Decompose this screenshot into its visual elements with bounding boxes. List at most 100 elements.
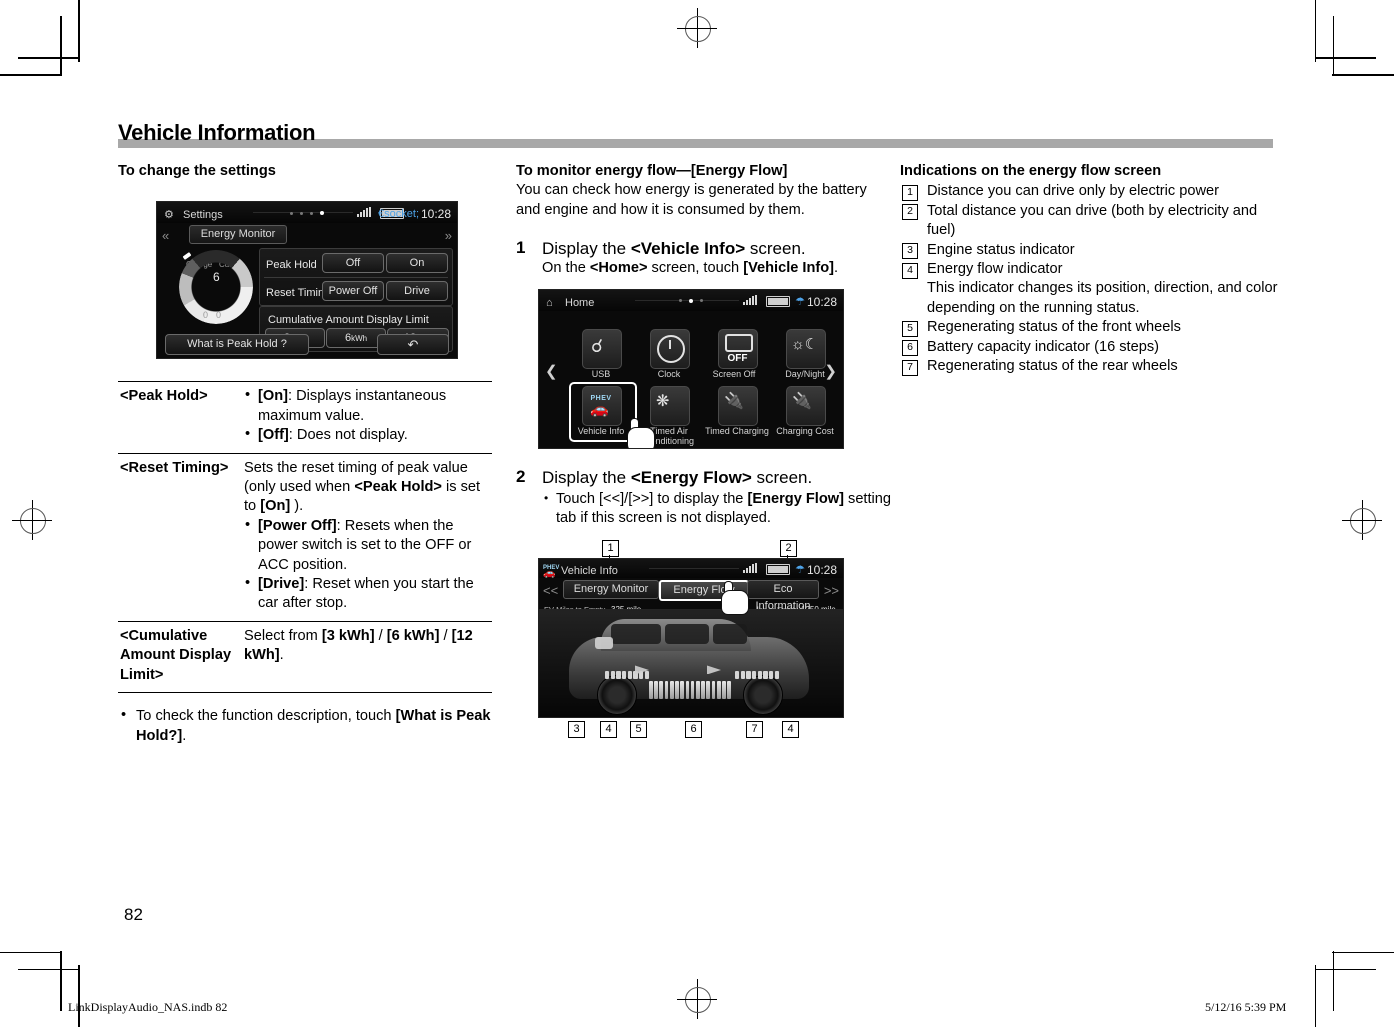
tab-energy-monitor[interactable]: Energy Monitor [563,580,659,600]
list-item: [Power Off]: Resets when the power switc… [244,516,490,575]
item-num: 1 [902,184,918,201]
select-from-lead: Select from [244,627,322,644]
reset-timing-lead: Sets the reset timing of peak value (onl… [244,459,490,517]
settings-rows-panel: Peak Hold Off On Reset Timing Power Off … [259,248,453,307]
option-power-off: [Power Off] [258,517,337,534]
next-tab-arrow[interactable]: » [445,226,452,245]
list-item: [On]: Displays instantaneous maximum val… [244,386,490,426]
step2-sub-keys: [<<]/[>>] [599,490,654,507]
option-3kwh: [3 kWh] [321,627,375,644]
item-text: Regenerating status of the rear wheels [927,358,1178,375]
manual-page: Vehicle Information To change the settin… [0,0,1394,1027]
usb-icon: ☌ [591,335,604,356]
settings-table: <Peak Hold> [On]: Displays instantaneous… [118,381,492,694]
front-wheel [597,675,637,716]
select-from-tail: . [279,647,284,664]
battery-icon [766,295,790,307]
step-1-line2: On the <Home> screen, touch [Vehicle Inf… [542,259,894,278]
next-tab-arrow[interactable]: >> [824,581,839,600]
term-peak-hold: <Peak Hold> [118,381,242,454]
page-number: 82 [124,905,143,924]
battery-capacity-indicator [649,681,731,700]
callout-4b: 4 [782,721,799,739]
car-window-rear [665,624,709,645]
peak-hold-off-button[interactable]: Off [322,253,384,274]
tab-eco-information[interactable]: Eco Information [747,580,819,612]
what-is-peak-hold-button[interactable]: What is Peak Hold ? [165,334,309,356]
desc-peak-hold: [On]: Displays instantaneous maximum val… [242,381,492,454]
col1-note: To check the function description, touch… [118,706,510,746]
touch-hand-icon [627,417,655,448]
reset-timing-power-off-button[interactable]: Power Off [322,281,384,302]
note-pre: To check the function description, touch [136,708,396,725]
energy-flow-screenshot: PHEV 🚗 Vehicle Info ☂ 10:28 << Energy Mo… [538,558,844,719]
registration-mark-left [12,500,52,540]
step-2-line1: Display the <Energy Flow> screen. [542,467,894,488]
list-item: 7 Regenerating status of the rear wheels [900,357,1280,376]
settings-screenshot: ⚙ Settings €socket; 10:28 « Energy Monit… [156,201,458,360]
plug-cost-icon: 🔌 [792,392,812,410]
tile-day-night-label: Day/Night [785,368,825,379]
callout-7: 7 [746,721,763,739]
chevron-left-icon[interactable]: ❮ [545,362,558,381]
option-drive: [Drive] [258,576,305,593]
item-text: Battery capacity indicator (16 steps) [927,338,1159,355]
col2-subhead: To monitor energy flow—[Energy Flow] [516,163,788,179]
section-header: Vehicle Information [118,120,1273,150]
col2-intro: You can check how energy is generated by… [516,182,867,218]
prev-tab-arrow[interactable]: « [162,226,169,245]
callout-5: 5 [630,721,647,739]
reset-timing-drive-button[interactable]: Drive [386,281,448,302]
table-row: <Peak Hold> [On]: Displays instantaneous… [118,381,492,454]
crop-mark-br-v2 [1332,951,1334,1011]
callout-4a: 4 [600,721,617,739]
peak-hold-on-button[interactable]: On [386,253,448,274]
tile-charging-cost-label: Charging Cost [776,425,834,436]
crop-mark-tl-v2 [60,16,62,76]
step2-sub-pre: Touch [556,490,599,507]
flow-status-bar: PHEV 🚗 Vehicle Info ☂ 10:28 [539,559,843,579]
column-left: To change the settings ⚙ Settings €socke… [118,162,510,746]
table-row: <Cumulative Amount Display Limit> Select… [118,620,492,694]
crop-mark-br-h2 [1316,968,1376,970]
step2-pre: Display the [542,467,631,487]
bluetooth-icon: ☂ [795,295,805,308]
flow-tab-row: << Energy Monitor Energy Flow Eco Inform… [539,578,843,612]
lead-part-4: ). [290,498,304,515]
column-right: Indications on the energy flow screen 1D… [900,162,1280,376]
term-reset-timing: <Reset Timing> [118,452,242,622]
back-arrow-icon[interactable]: ↶ [377,334,449,356]
car-window-front [611,624,661,645]
step1-l2-post: . [834,260,839,277]
limit-6kwh-unit: kWh [351,334,368,344]
step1-l2-pre: On the [542,260,590,277]
crop-mark-tl-v [78,0,80,62]
crop-mark-tr-v2 [1332,16,1334,76]
list-item: 2 Total distance you can drive (both by e… [900,202,1280,241]
car-window-back [713,624,747,645]
option-off: [Off] [258,427,289,444]
signal-icon [743,294,757,305]
registration-mark-top [677,8,717,48]
car-diagram [539,609,843,718]
signal-icon [357,207,371,218]
item-num: 7 [902,359,918,376]
tab-energy-monitor[interactable]: Energy Monitor [189,225,287,245]
item-text: Energy flow indicator [927,261,1063,278]
list-item: 5 Regenerating status of the front wheels [900,318,1280,337]
clock-icon [657,334,685,363]
item-num: 6 [902,340,918,357]
crop-mark-br-h [1332,951,1394,953]
list-item: 4 Energy flow indicator This indicator ch… [900,260,1280,318]
tile-clock-label: Clock [657,368,681,379]
callout-2: 2 [780,540,797,558]
list-item: [Off]: Does not display. [244,425,490,445]
crop-mark-tl-h [0,74,62,76]
item-num: 3 [902,243,918,260]
list-item: 6 Battery capacity indicator (16 steps) [900,338,1280,357]
callout-6: 6 [685,721,702,739]
item-continuation: This indicator changes its position, dir… [927,280,1278,316]
tile-screen-off-label: Screen Off [712,368,756,379]
home-screenshot: ⌂ Home ☂ 10:28 ❮ ❯ ☌ USB Clock OFF Scree… [538,288,844,449]
prev-tab-arrow[interactable]: << [543,581,558,600]
